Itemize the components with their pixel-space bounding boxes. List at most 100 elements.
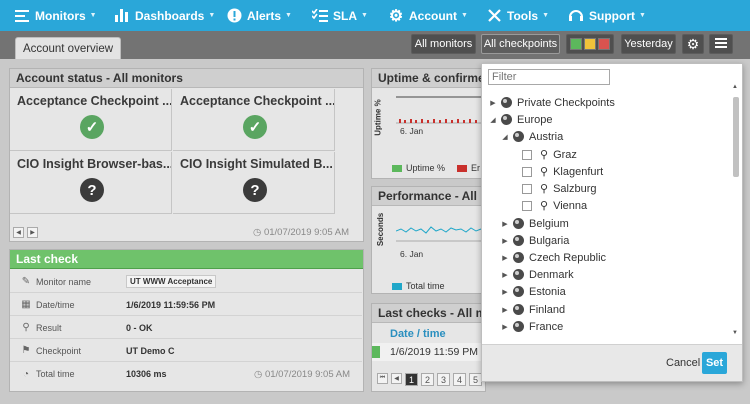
expand-arrow-icon[interactable]: ▶ [500, 323, 510, 331]
tree-label: Europe [517, 113, 553, 126]
status-green [570, 38, 582, 50]
tab-account-overview[interactable]: Account overview [15, 37, 121, 59]
dropdown-footer: Cancel Set [482, 344, 742, 381]
chevron-down-icon: ▼ [208, 12, 216, 19]
expand-arrow-icon[interactable]: ▶ [500, 271, 510, 279]
tree-leaf-vienna[interactable]: ⚲ Vienna [522, 197, 587, 214]
checkbox[interactable] [522, 149, 532, 160]
expand-arrow-icon[interactable]: ▶ [500, 220, 510, 228]
search-icon: ⚲ [22, 322, 30, 333]
map-pin-icon: ⚑ [21, 345, 31, 356]
tree-leaf-graz[interactable]: ⚲ Graz [522, 146, 577, 163]
tree-node-finland[interactable]: ▶ Finland [500, 301, 565, 318]
status-filter-button[interactable] [566, 34, 614, 54]
tree-leaf-salzburg[interactable]: ⚲ Salzburg [522, 180, 596, 197]
monitor-tile[interactable]: CIO Insight Simulated B... ? [173, 152, 335, 214]
detail-row: ⚲ Result 0 - OK [10, 317, 362, 339]
cancel-button[interactable]: Cancel [666, 357, 700, 369]
tree-leaf-klagenfurt[interactable]: ⚲ Klagenfurt [522, 163, 603, 180]
tree-node-austria[interactable]: ◢ Austria [500, 128, 563, 145]
next-page-button[interactable]: ▶ [27, 226, 38, 238]
set-button[interactable]: Set [702, 352, 727, 374]
page-button[interactable]: 1 [405, 373, 418, 386]
tree-node-estonia[interactable]: ▶ Estonia [500, 283, 565, 300]
all-monitors-button[interactable]: All monitors [411, 34, 476, 54]
yesterday-button[interactable]: Yesterday [621, 34, 676, 54]
detail-label: Result [36, 322, 62, 333]
globe-icon [501, 114, 512, 125]
page-button[interactable]: 4 [453, 373, 466, 386]
tile-title: CIO Insight Simulated B... [180, 157, 333, 171]
tree-label: Private Checkpoints [517, 96, 615, 109]
hamburger-icon [715, 37, 727, 51]
stopwatch-icon: ◔ [22, 368, 30, 380]
scroll-down-arrow-icon[interactable]: ▼ [732, 330, 738, 336]
expand-arrow-icon[interactable]: ▶ [488, 99, 498, 107]
nav-label: SLA [333, 8, 357, 23]
nav-dashboards[interactable]: Dashboards ▼ [114, 0, 215, 31]
nav-label: Account [409, 8, 457, 23]
tree-node-denmark[interactable]: ▶ Denmark [500, 266, 574, 283]
scrollbar-thumb[interactable] [733, 97, 739, 177]
tree-node-private-checkpoints[interactable]: ▶ Private Checkpoints [488, 94, 615, 111]
scroll-up-arrow-icon[interactable]: ▲ [732, 84, 738, 90]
chevron-down-icon: ▼ [542, 12, 550, 19]
monitor-tile[interactable]: Acceptance Checkpoint ... ✓ [173, 89, 335, 151]
panel-title: Performance - All m [372, 187, 485, 206]
checkbox[interactable] [522, 166, 532, 177]
gear-icon: ⚙ [388, 7, 404, 25]
panel-title: Account status - All monitors [10, 69, 363, 88]
prev-page-button[interactable]: ◀ [391, 373, 402, 384]
account-status-panel: Account status - All monitors Acceptance… [9, 68, 364, 242]
globe-icon [513, 235, 524, 246]
nav-label: Tools [507, 8, 539, 23]
tree-label: Czech Republic [529, 251, 607, 264]
tree-node-europe[interactable]: ◢ Europe [488, 111, 552, 128]
tile-title: Acceptance Checkpoint ... [17, 94, 171, 108]
tree-node-france[interactable]: ▶ France [500, 318, 563, 335]
tree-label: Salzburg [553, 182, 597, 195]
tree-node-bulgaria[interactable]: ▶ Bulgaria [500, 232, 569, 249]
settings-button[interactable]: ⚙ [682, 34, 704, 54]
globe-icon [513, 131, 524, 142]
nav-sla[interactable]: SLA ▼ [312, 0, 368, 31]
nav-monitors[interactable]: Monitors ▼ [14, 0, 97, 31]
nav-account[interactable]: ⚙ Account ▼ [388, 0, 468, 31]
menu-button[interactable] [709, 34, 733, 54]
chevron-down-icon: ▼ [361, 12, 368, 19]
monitor-tile[interactable]: Acceptance Checkpoint ... ✓ [10, 89, 172, 151]
map-pin-icon: ⚲ [540, 149, 549, 161]
monitor-tile[interactable]: CIO Insight Browser-bas... ? [10, 152, 172, 214]
expand-arrow-icon[interactable]: ▶ [500, 237, 510, 245]
nav-alerts[interactable]: Alerts ▼ [226, 0, 292, 31]
tree-node-belgium[interactable]: ▶ Belgium [500, 215, 568, 232]
nav-label: Monitors [35, 8, 86, 23]
globe-icon [513, 269, 524, 280]
globe-icon [501, 97, 512, 108]
checkbox[interactable] [522, 200, 532, 211]
expand-arrow-icon[interactable]: ▶ [500, 288, 510, 296]
tree-label: Denmark [529, 268, 574, 281]
detail-row: ◔ Total time 10306 ms ◷ 01/07/2019 9:05 … [10, 363, 362, 385]
collapse-arrow-icon[interactable]: ◢ [500, 133, 510, 141]
page-button[interactable]: 2 [421, 373, 434, 386]
checkbox[interactable] [522, 183, 532, 194]
last-checks-panel: Last checks - All mo Date / time 1/6/201… [371, 303, 486, 392]
nav-support[interactable]: Support ▼ [568, 0, 646, 31]
nav-label: Alerts [247, 8, 282, 23]
tree-label: Klagenfurt [553, 165, 604, 178]
table-row[interactable]: 1/6/2019 11:59 PM [372, 343, 485, 361]
prev-page-button[interactable]: ◀ [13, 226, 24, 238]
column-header[interactable]: Date / time [390, 328, 446, 340]
nav-tools[interactable]: Tools ▼ [486, 0, 549, 31]
page-button[interactable]: 3 [437, 373, 450, 386]
expand-arrow-icon[interactable]: ▶ [500, 306, 510, 314]
collapse-arrow-icon[interactable]: ◢ [488, 116, 498, 124]
tree-node-czech-republic[interactable]: ▶ Czech Republic [500, 249, 606, 266]
uptime-xtick: 6. Jan [400, 126, 424, 136]
all-checkpoints-button[interactable]: All checkpoints [481, 34, 560, 54]
expand-arrow-icon[interactable]: ▶ [500, 254, 510, 262]
first-page-button[interactable]: ⏮ [377, 373, 388, 384]
filter-input[interactable] [488, 69, 610, 85]
map-pin-icon: ⚲ [540, 200, 549, 212]
